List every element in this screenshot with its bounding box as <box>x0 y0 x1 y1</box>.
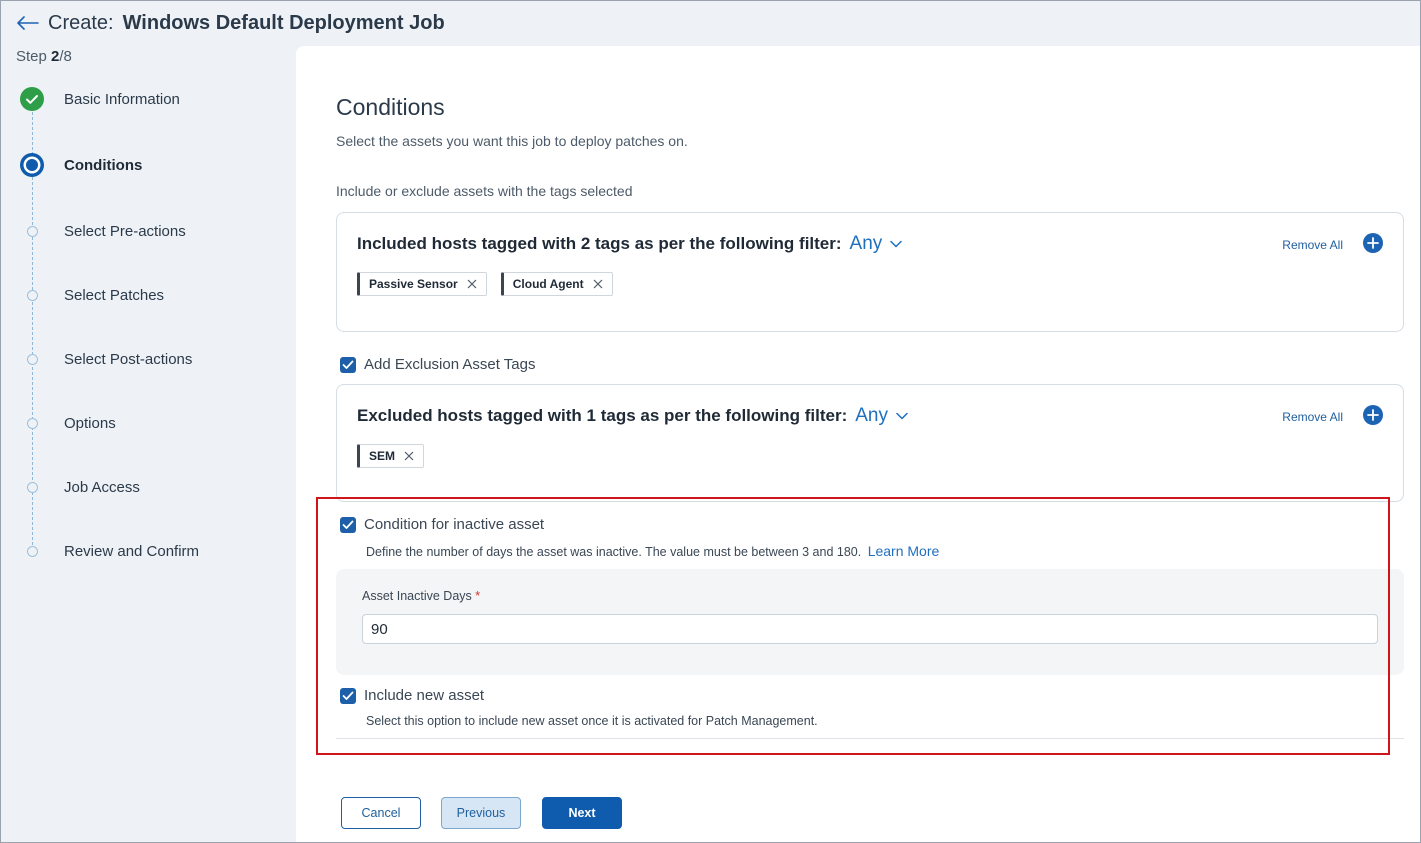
close-icon[interactable] <box>592 278 604 290</box>
included-heading-text: Included hosts tagged with 2 tags as per… <box>357 234 842 253</box>
checkmark-icon <box>342 520 354 529</box>
step-label: Select Post-actions <box>64 350 193 368</box>
inactive-asset-helper: Define the number of days the asset was … <box>366 543 939 559</box>
step-label: Review and Confirm <box>64 542 200 560</box>
new-asset-helper: Select this option to include new asset … <box>366 714 818 728</box>
step-label: Conditions <box>64 156 143 174</box>
section-subtitle: Select the assets you want this job to d… <box>336 133 688 149</box>
included-tags-card: Included hosts tagged with 2 tags as per… <box>336 212 1404 332</box>
pending-step-icon <box>20 283 44 307</box>
excluded-tag-list: SEM <box>357 444 425 468</box>
step-job-access[interactable]: Job Access <box>0 472 296 502</box>
step-label: Job Access <box>64 478 140 496</box>
checkmark-icon <box>342 691 354 700</box>
close-icon[interactable] <box>466 278 478 290</box>
tag-chip: SEM <box>357 444 425 468</box>
inactive-days-input[interactable] <box>362 614 1378 644</box>
tag-chip: Cloud Agent <box>500 272 613 296</box>
exclusion-tags-checkbox[interactable] <box>340 356 356 373</box>
pending-step-icon <box>20 411 44 435</box>
previous-button[interactable]: Previous <box>441 797 521 829</box>
check-circle-icon <box>20 87 44 111</box>
inactive-days-label: Asset Inactive Days * <box>362 589 480 603</box>
checkmark-icon <box>342 360 354 369</box>
chevron-down-icon <box>890 240 903 248</box>
inactive-days-panel: Asset Inactive Days * <box>336 569 1404 675</box>
new-asset-checkbox[interactable] <box>340 687 356 704</box>
step-label: Options <box>64 414 116 432</box>
pending-step-icon <box>20 347 44 371</box>
tags-caption: Include or exclude assets with the tags … <box>336 183 633 199</box>
plus-icon <box>1367 409 1379 421</box>
new-asset-label: Include new asset <box>364 687 485 704</box>
tag-chip-label: Cloud Agent <box>512 277 584 291</box>
excluded-remove-all-link[interactable]: Remove All <box>1282 410 1343 424</box>
included-tag-list: Passive Sensor Cloud Agent <box>357 272 613 296</box>
step-label: Select Pre-actions <box>64 222 186 240</box>
next-button[interactable]: Next <box>542 797 622 829</box>
excluded-heading: Excluded hosts tagged with 1 tags as per… <box>357 405 908 427</box>
pending-step-icon <box>20 219 44 243</box>
inactive-asset-label: Condition for inactive asset <box>364 516 545 533</box>
pending-step-icon <box>20 475 44 499</box>
tag-chip-label: Passive Sensor <box>369 277 458 291</box>
required-marker: * <box>475 589 481 603</box>
step-select-post-actions[interactable]: Select Post-actions <box>0 344 296 374</box>
tag-chip-label: SEM <box>369 449 396 463</box>
exclusion-tags-toggle: Add Exclusion Asset Tags <box>340 356 536 373</box>
section-divider <box>336 738 1404 739</box>
active-step-icon <box>20 153 44 177</box>
excluded-heading-text: Excluded hosts tagged with 1 tags as per… <box>357 406 848 425</box>
pending-step-icon <box>20 539 44 563</box>
plus-icon <box>1367 237 1379 249</box>
included-filter-value: Any <box>849 233 883 254</box>
inactive-asset-toggle: Condition for inactive asset <box>340 516 544 533</box>
new-asset-toggle: Include new asset <box>340 687 484 704</box>
cancel-button[interactable]: Cancel <box>341 797 421 829</box>
learn-more-link[interactable]: Learn More <box>868 543 940 559</box>
step-select-pre-actions[interactable]: Select Pre-actions <box>0 216 296 246</box>
section-title: Conditions <box>336 94 445 120</box>
inactive-days-label-text: Asset Inactive Days <box>362 589 472 603</box>
exclusion-tags-label: Add Exclusion Asset Tags <box>364 356 536 373</box>
stepper: Basic Information Conditions Select Pre-… <box>0 0 296 843</box>
main-panel: Conditions Select the assets you want th… <box>296 46 1421 843</box>
step-options[interactable]: Options <box>0 408 296 438</box>
included-heading: Included hosts tagged with 2 tags as per… <box>357 233 903 255</box>
excluded-add-tag-button[interactable] <box>1363 405 1383 425</box>
step-label: Select Patches <box>64 286 165 304</box>
chevron-down-icon <box>896 412 908 420</box>
inactive-helper-text: Define the number of days the asset was … <box>366 545 862 559</box>
step-conditions[interactable]: Conditions <box>0 150 296 180</box>
included-filter-select[interactable]: Any <box>850 233 903 255</box>
tag-chip: Passive Sensor <box>357 272 487 296</box>
step-select-patches[interactable]: Select Patches <box>0 280 296 310</box>
step-label: Basic Information <box>64 90 180 108</box>
included-remove-all-link[interactable]: Remove All <box>1282 238 1343 252</box>
step-review-and-confirm[interactable]: Review and Confirm <box>0 536 296 566</box>
close-icon[interactable] <box>403 450 415 462</box>
inactive-asset-checkbox[interactable] <box>340 516 356 533</box>
excluded-filter-select[interactable]: Any <box>855 405 908 427</box>
excluded-tags-card: Excluded hosts tagged with 1 tags as per… <box>336 384 1404 502</box>
excluded-filter-value: Any <box>855 405 888 426</box>
included-add-tag-button[interactable] <box>1363 233 1383 253</box>
step-basic-information[interactable]: Basic Information <box>0 84 296 114</box>
